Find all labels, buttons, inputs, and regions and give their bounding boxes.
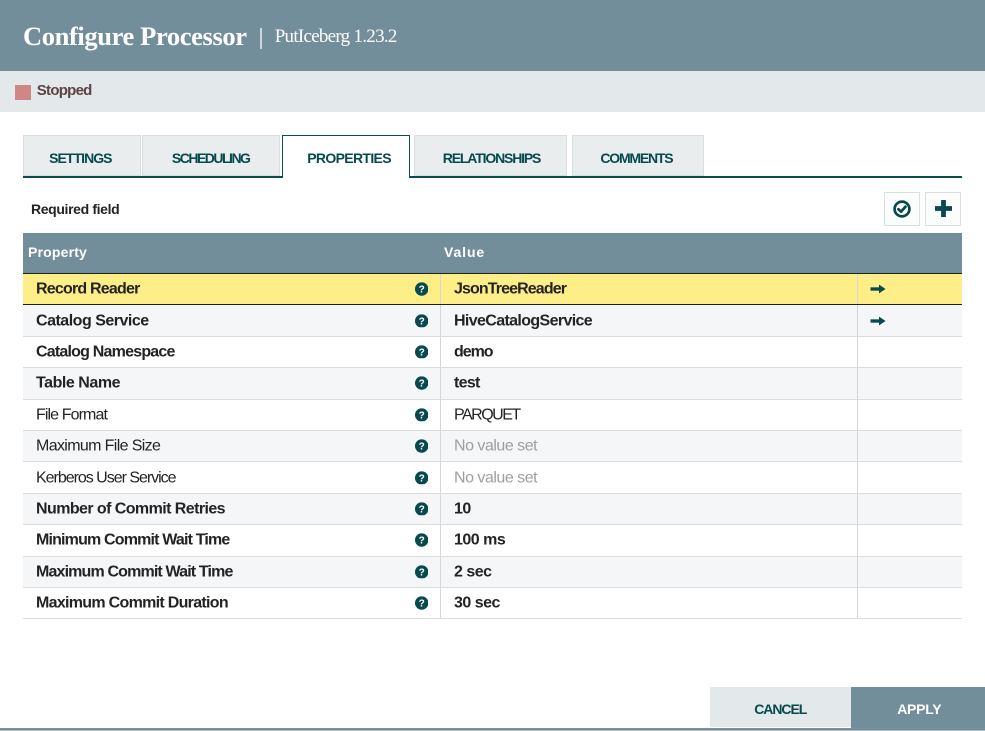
svg-text:?: ? (419, 285, 425, 296)
svg-text:?: ? (419, 599, 425, 610)
svg-text:?: ? (419, 442, 425, 453)
svg-text:?: ? (419, 473, 425, 484)
svg-text:?: ? (419, 536, 425, 547)
svg-text:?: ? (419, 348, 425, 359)
svg-text:?: ? (419, 567, 425, 578)
svg-text:?: ? (419, 410, 425, 421)
svg-text:?: ? (419, 505, 425, 516)
svg-text:?: ? (419, 379, 425, 390)
svg-text:?: ? (419, 316, 425, 327)
